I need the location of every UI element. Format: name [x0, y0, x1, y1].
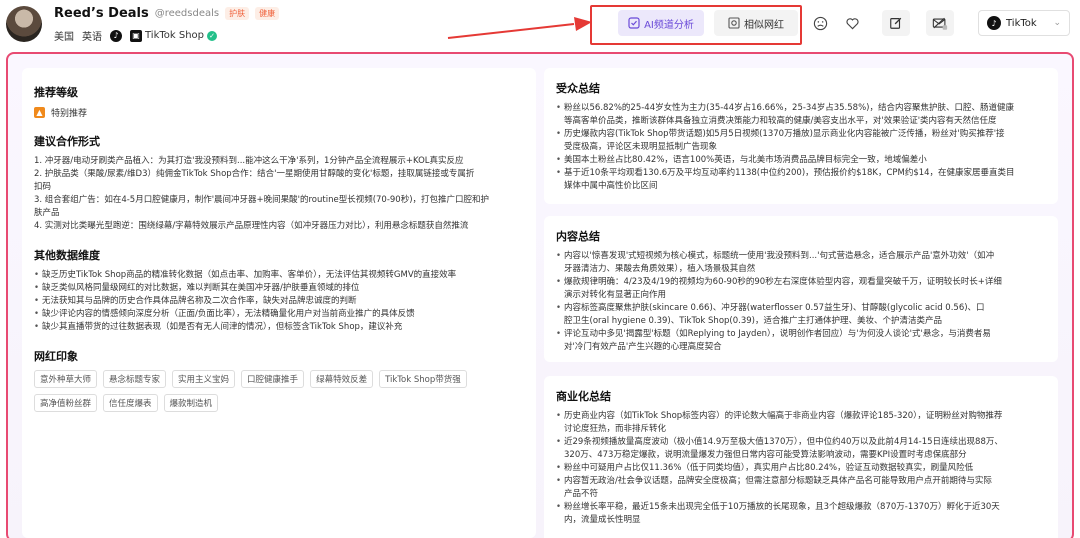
- chevron-down-icon: ⌄: [1053, 18, 1061, 28]
- heart-icon: [845, 17, 859, 29]
- tiktok-shop-badge: ▣ TikTok Shop ✓: [130, 29, 218, 42]
- other-title: 其他数据维度: [34, 249, 100, 262]
- list-item: 讨论度狂热，而非排斥转化: [564, 424, 667, 434]
- ai-analysis-button[interactable]: AI频道分析: [618, 10, 704, 36]
- language-label: 英语: [82, 32, 102, 43]
- name-row: Reed’s Deals @reedsdeals 护肤 健康: [54, 6, 280, 21]
- list-item: 缺乏历史TikTok Shop商品的精准转化数据（如点击率、加购率、客单价），无…: [34, 269, 524, 282]
- content-title: 内容总结: [556, 230, 600, 243]
- impression-tag: 高净值粉丝群: [34, 394, 98, 412]
- tiktok-icon: ♪: [987, 16, 1001, 30]
- rec-title: 推荐等级: [34, 86, 78, 99]
- content-summary-card: 内容总结 内容以'惊喜发现'式短视频为核心模式，标题统一使用'我没预料到...'…: [544, 216, 1058, 362]
- impression-tag: 口腔健康推手: [241, 370, 305, 388]
- creator-name: Reed’s Deals: [54, 6, 149, 21]
- list-item: 产品不符: [564, 489, 599, 499]
- shop-bag-icon: ▣: [130, 29, 142, 42]
- thumbs-up-icon: ▲: [34, 107, 45, 118]
- list-item: 爆款规律明确：4/23及4/19的视频均为60-90秒的90秒左右深度体验型内容…: [556, 276, 1046, 289]
- list-item: 内容以'惊喜发现'式短视频为核心模式，标题统一使用'我没预料到...'句式营造悬…: [556, 250, 1046, 263]
- impression-tag: 信任度爆表: [103, 394, 158, 412]
- list-item: 基于近10条平均观看130.6万及平均互动率约1138(中位约200)，预估报价…: [556, 167, 1046, 180]
- avatar[interactable]: [6, 6, 42, 42]
- list-item: 扣码: [34, 182, 52, 192]
- list-item: 评论互动中多见'揭露型'标题（如Replying to Jayden），说明创作…: [556, 328, 1046, 341]
- similar-icon: [728, 17, 740, 29]
- rec-level: ▲ 特别推荐: [34, 106, 524, 119]
- list-item: 缺少其直播带货的过往数据表现（如是否有无人间津的情况），但标签含TikTok S…: [34, 321, 524, 334]
- list-item: 近29条视频播放量高度波动（极小值14.9万至极大值1370万），但中位约40万…: [556, 436, 1046, 449]
- impression-tag: 意外种草大师: [34, 370, 98, 388]
- list-item: 美国本土粉丝占比80.42%，语言100%英语，与北美市场消费品品牌目标完全一致…: [556, 154, 1046, 167]
- list-item: 粉丝中可疑用户占比仅11.36%（低于同类均值），真实用户占比80.24%，验证…: [556, 462, 1046, 475]
- impression-tag: 绿幕特效反差: [310, 370, 374, 388]
- list-item: 等高客单价品类，推断该群体具备独立消费决策能力和较高的健康/美容支出水平，对'效…: [564, 116, 997, 126]
- coop-title: 建议合作形式: [34, 135, 100, 148]
- list-item: 缺少评论内容的情感倾向深度分析（正面/负面比率），无法精确量化用户对当前商业推广…: [34, 308, 524, 321]
- impression-title: 网红印象: [34, 350, 78, 363]
- impression-tags: 意外种草大师 悬念标题专家 实用主义宝妈 口腔健康推手 绿幕特效反差 TikTo…: [34, 370, 504, 412]
- content-list: 内容以'惊喜发现'式短视频为核心模式，标题统一使用'我没预料到...'句式营造悬…: [556, 250, 1046, 354]
- mail-blocked-icon: [932, 17, 948, 30]
- audience-summary-card: 受众总结 粉丝以56.82%的25-44岁女性为主力(35-44岁占16.66%…: [544, 68, 1058, 204]
- other-list: 缺乏历史TikTok Shop商品的精准转化数据（如点击率、加购率、客单价），无…: [34, 269, 524, 334]
- list-item: 1. 冲牙器/电动牙刷类产品植入：为其打造'我没预料到...能冲这么干净'系列，…: [34, 156, 464, 166]
- audience-list: 粉丝以56.82%的25-44岁女性为主力(35-44岁占16.66%，25-3…: [556, 102, 1046, 193]
- recommendation-card: 推荐等级 ▲ 特别推荐 建议合作形式 1. 冲牙器/电动牙刷类产品植入：为其打造…: [22, 68, 536, 538]
- country-label: 美国: [54, 32, 74, 43]
- mail-button[interactable]: [926, 10, 954, 36]
- rec-value: 特别推荐: [51, 109, 88, 119]
- list-item: 内容暂无政治/社会争议话题，品牌安全度极高；但需注意部分标题缺乏具体产品名可能导…: [556, 475, 1046, 488]
- commercial-summary-card: 商业化总结 历史商业内容（如TikTok Shop标签内容）的评论数大幅高于非商…: [544, 376, 1058, 538]
- verified-icon: ✓: [207, 30, 218, 41]
- list-item: 内容标签高度聚焦护肤(skincare 0.66)、冲牙器(waterfloss…: [556, 302, 1046, 315]
- shop-label: TikTok Shop: [145, 30, 205, 41]
- category-tag: 健康: [255, 7, 280, 20]
- list-item: 粉丝以56.82%的25-44岁女性为主力(35-44岁占16.66%，25-3…: [556, 102, 1046, 115]
- audience-title: 受众总结: [556, 82, 600, 95]
- frown-icon: [813, 16, 827, 30]
- list-item: 演示对转化有显著正向作用: [564, 290, 667, 300]
- impression-tag: 实用主义宝妈: [172, 370, 236, 388]
- list-item: 媒体中属中高性价比区间: [564, 181, 658, 191]
- category-tag: 护肤: [225, 7, 250, 20]
- platform-label: TikTok: [1006, 17, 1037, 29]
- creator-handle: @reedsdeals: [154, 8, 220, 19]
- edit-button[interactable]: [882, 10, 910, 36]
- list-item: 历史商业内容（如TikTok Shop标签内容）的评论数大幅高于非商业内容（爆款…: [556, 410, 1046, 423]
- list-item: 无法获知其与品牌的历史合作具体品牌名称及二次合作率，缺失对品牌忠诚度的判断: [34, 295, 524, 308]
- list-item: 肤产品: [34, 208, 60, 218]
- annotation-arrow: [447, 17, 592, 39]
- ai-check-icon: [628, 17, 640, 29]
- favorite-button[interactable]: [838, 10, 866, 36]
- platform-select[interactable]: ♪ TikTok ⌄: [978, 10, 1070, 36]
- list-item: 320万、473万稳定爆款，说明流量爆发力强但日常内容可能受算法影响波动，需要K…: [564, 450, 967, 460]
- analysis-panel: 推荐等级 ▲ 特别推荐 建议合作形式 1. 冲牙器/电动牙刷类产品植入：为其打造…: [6, 52, 1074, 538]
- list-item: 缺乏类似风格同量级网红的对比数据，难以判断其在美国冲牙器/护肤垂直领域的排位: [34, 282, 524, 295]
- similar-creators-label: 相似网红: [744, 19, 784, 31]
- list-item: 受度极高，评论区未现明显抵制广告现象: [564, 142, 718, 152]
- list-item: 4. 实测对比类曝光型跑逆：围绕绿幕/字幕特效展示产品原理性内容（如冲牙器压力对…: [34, 221, 469, 231]
- commercial-title: 商业化总结: [556, 390, 611, 403]
- dislike-button[interactable]: [806, 10, 834, 36]
- list-item: 粉丝增长率平稳，最近15条未出现完全低于10万播放的长尾现象，且3个超级爆款（8…: [556, 501, 1046, 514]
- commercial-list: 历史商业内容（如TikTok Shop标签内容）的评论数大幅高于非商业内容（爆款…: [556, 410, 1046, 527]
- list-item: 对'冷门有效产品'产生兴趣的心理高度契合: [564, 342, 722, 352]
- edit-icon: [890, 17, 902, 29]
- coop-list: 1. 冲牙器/电动牙刷类产品植入：为其打造'我没预料到...能冲这么干净'系列，…: [34, 155, 524, 233]
- tiktok-icon[interactable]: ♪: [110, 29, 122, 42]
- similar-creators-button[interactable]: 相似网红: [714, 10, 798, 36]
- impression-tag: TikTok Shop带货强: [379, 370, 467, 388]
- impression-tag: 爆款制造机: [163, 394, 219, 412]
- ai-analysis-label: AI频道分析: [644, 19, 694, 31]
- impression-tag: 悬念标题专家: [103, 370, 167, 388]
- list-item: 3. 组合套组广告：如在4-5月口腔健康月，制作'晨间冲牙器+晚间果酸'的rou…: [34, 195, 490, 205]
- list-item: 腔卫生(oral hygiene 0.39)、TikTok Shop(0.39)…: [564, 316, 942, 326]
- list-item: 牙器清洁力、果酸去角质效果），植入场景极其自然: [564, 264, 756, 274]
- list-item: 2. 护肤品类（果酸/尿素/维D3）纯佣金TikTok Shop合作：结合'一星…: [34, 169, 475, 179]
- list-item: 内，流量成长性明显: [564, 515, 641, 525]
- list-item: 历史爆款内容(TikTok Shop带货话题)如5月5日视频(1370万播放)显…: [556, 128, 1046, 141]
- meta-row: 美国 英语 ♪ ▣ TikTok Shop ✓: [54, 28, 218, 43]
